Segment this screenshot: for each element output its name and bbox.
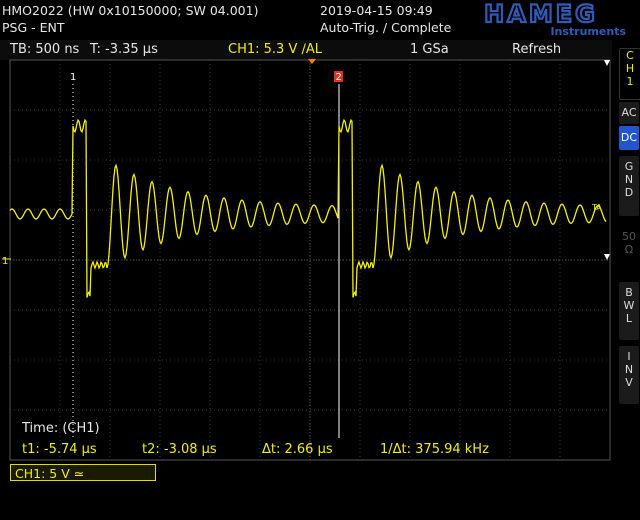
measurement-title: Time: (CH1) [21, 421, 100, 436]
trigger-level-marker-right [604, 254, 610, 260]
ch1-scale-label: CH1: 5 V ≃ [15, 466, 85, 481]
model-line: HMO2022 (HW 0x10150000; SW 04.001) [2, 3, 259, 18]
trigger-level-marker-left [604, 60, 610, 66]
bwl-label-w: W [623, 299, 635, 312]
acquisition-mode[interactable]: Refresh [512, 43, 561, 57]
hameg-logo: HAMEG Instruments [452, 0, 630, 39]
cursor2-marker[interactable]: 2 [334, 71, 343, 83]
gnd-label-d: D [624, 186, 634, 199]
inv-label-n: N [624, 363, 634, 376]
bwl-button[interactable]: B W L [619, 282, 639, 340]
delta-time: Δt: 2.66 µs [262, 442, 333, 457]
channel-tab-ch1[interactable]: C H 1 [619, 48, 640, 100]
cursor2-label: 2 [336, 72, 342, 83]
sample-rate: 1 GSa [410, 42, 449, 57]
dc-label: DC [620, 131, 638, 144]
channel-tab-h: H [625, 62, 635, 75]
gnd-label-g: G [624, 160, 634, 173]
trigger-setting[interactable]: CH1: 5.3 V ∕AL [228, 43, 322, 57]
waveform-display[interactable]: 1 TA 1 2 Time: (CH1) t1: -5.74 µs t2: -3… [0, 58, 616, 464]
gnd-button[interactable]: G N D [619, 156, 639, 216]
channel-tab-1: 1 [626, 75, 634, 88]
channel-tab-c: C [626, 49, 634, 62]
acquisition-status: Auto-Trig. / Complete [320, 20, 452, 35]
logo-subtext: Instruments [550, 25, 626, 38]
mode-line: PSG - ENT [2, 20, 65, 35]
cursor2-time: t2: -3.08 µs [142, 442, 217, 457]
ch1-scale-box[interactable]: CH1: 5 V ≃ [10, 464, 156, 481]
ch1-waveform [9, 118, 607, 298]
graticule [9, 59, 611, 461]
ch1-ground-label: 1 [2, 256, 8, 267]
trigger-position[interactable]: T: -3.35 µs [90, 43, 158, 57]
50-ohm-button[interactable]: 50 Ω [619, 226, 639, 270]
cursor1-time: t1: -5.74 µs [22, 442, 97, 457]
logo-text: HAMEG [484, 1, 598, 28]
bwl-label-l: L [625, 312, 633, 325]
cursor-lines[interactable] [72, 84, 340, 438]
inv-label-v: V [625, 376, 633, 389]
ac-coupling-button[interactable]: AC [619, 102, 639, 124]
side-menu: C H 1 AC DC G N D 50 Ω B W L I N V [616, 40, 640, 480]
timebase-setting[interactable]: TB: 500 ns [10, 43, 79, 57]
dc-coupling-button[interactable]: DC [619, 126, 639, 150]
inverse-delta-frequency: 1/Δt: 375.94 kHz [380, 442, 489, 457]
info-bar: TB: 500 ns T: -3.35 µs CH1: 5.3 V ∕AL 1 … [0, 40, 612, 60]
datetime: 2019-04-15 09:49 [320, 3, 433, 18]
cursor1-label: 1 [70, 72, 76, 83]
cursor1-marker[interactable]: 1 [70, 72, 76, 83]
ac-label: AC [621, 106, 637, 119]
ohm-icon: Ω [624, 243, 634, 256]
trace-end-label: TA [591, 203, 602, 212]
measurement-panel: Time: (CH1) t1: -5.74 µs t2: -3.08 µs Δt… [21, 421, 489, 457]
inv-label-i: I [627, 350, 631, 363]
ohm-value: 50 [622, 230, 636, 243]
trigger-pos-marker [308, 59, 316, 64]
gnd-label-n: N [624, 173, 634, 186]
invert-button[interactable]: I N V [619, 346, 639, 404]
bwl-label-b: B [625, 286, 633, 299]
